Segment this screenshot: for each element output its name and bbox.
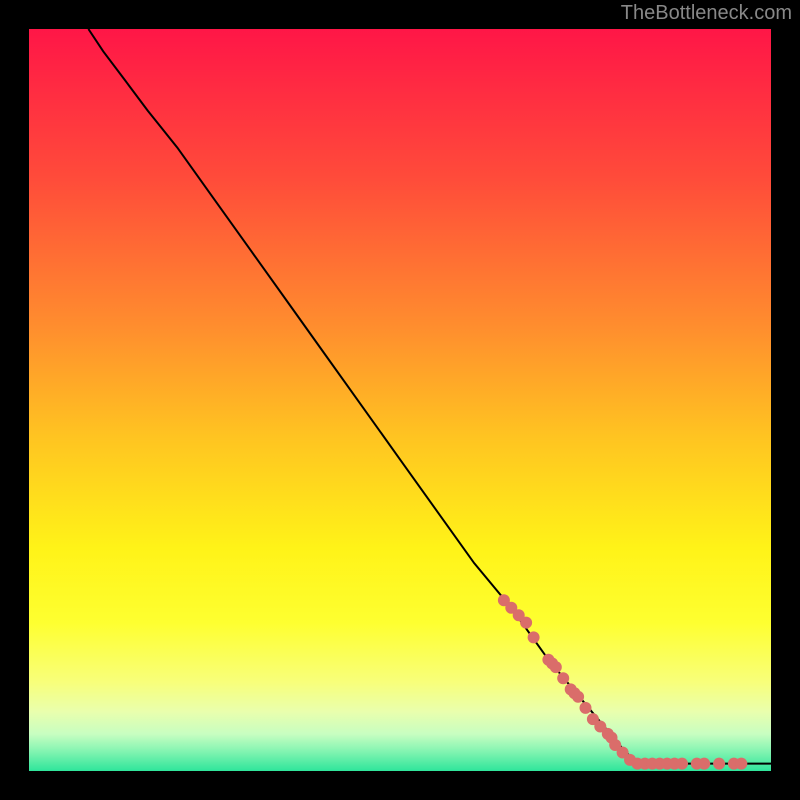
data-marker — [676, 758, 688, 770]
data-marker — [550, 661, 562, 673]
data-marker — [698, 758, 710, 770]
data-marker — [580, 702, 592, 714]
data-marker — [735, 758, 747, 770]
data-marker — [520, 617, 532, 629]
chart-container: TheBottleneck.com — [0, 0, 800, 800]
data-marker — [713, 758, 725, 770]
gradient-background — [29, 29, 771, 771]
data-marker — [528, 631, 540, 643]
plot-area — [29, 29, 771, 771]
watermark-text: TheBottleneck.com — [621, 2, 792, 25]
chart-svg — [29, 29, 771, 771]
data-marker — [557, 672, 569, 684]
data-marker — [572, 691, 584, 703]
